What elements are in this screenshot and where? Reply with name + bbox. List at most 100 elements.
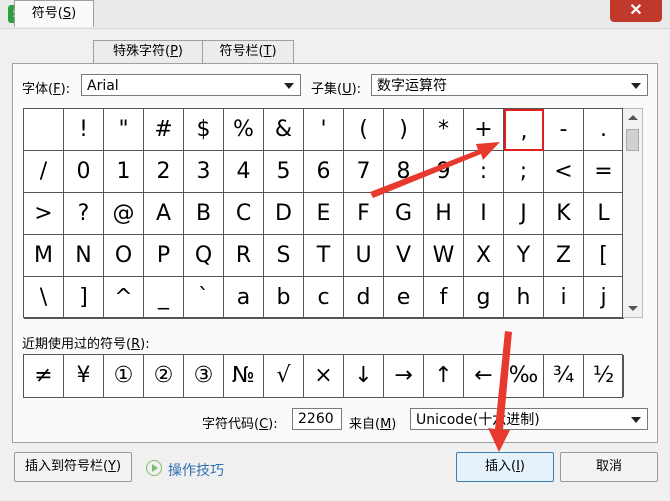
font-select[interactable]: Arial	[81, 74, 301, 96]
recent-symbol-cell[interactable]: ↑	[424, 355, 464, 397]
scroll-down-icon[interactable]	[628, 306, 638, 311]
symbol-cell[interactable]: 9	[424, 151, 464, 193]
symbol-cell[interactable]: ,	[504, 109, 544, 151]
symbol-cell[interactable]: &	[264, 109, 304, 151]
symbol-cell[interactable]: Z	[544, 235, 584, 277]
recent-symbol-cell[interactable]: ③	[184, 355, 224, 397]
tab-symbols[interactable]: 符号(S)	[14, 0, 94, 27]
symbol-cell[interactable]: P	[144, 235, 184, 277]
char-code-input[interactable]: 2260	[292, 408, 342, 430]
cancel-button[interactable]: 取消	[560, 452, 658, 482]
symbol-cell[interactable]: \	[24, 277, 64, 319]
recent-symbol-cell[interactable]: ¥	[64, 355, 104, 397]
symbol-cell[interactable]: W	[424, 235, 464, 277]
symbol-cell[interactable]: 8	[384, 151, 424, 193]
recent-symbol-cell[interactable]: №	[224, 355, 264, 397]
symbol-cell[interactable]: @	[104, 193, 144, 235]
symbol-cell[interactable]: .	[584, 109, 624, 151]
symbol-cell[interactable]: A	[144, 193, 184, 235]
symbol-cell[interactable]: (	[344, 109, 384, 151]
scroll-thumb[interactable]	[626, 129, 639, 151]
symbol-cell[interactable]: R	[224, 235, 264, 277]
symbol-cell[interactable]: C	[224, 193, 264, 235]
symbol-cell[interactable]: O	[104, 235, 144, 277]
recent-symbol-cell[interactable]: ←	[464, 355, 504, 397]
symbol-cell[interactable]: "	[104, 109, 144, 151]
symbol-cell[interactable]: ]	[64, 277, 104, 319]
symbol-cell[interactable]: f	[424, 277, 464, 319]
symbol-cell[interactable]: e	[384, 277, 424, 319]
symbol-cell[interactable]: $	[184, 109, 224, 151]
symbol-cell[interactable]: !	[64, 109, 104, 151]
play-circle-icon[interactable]	[146, 460, 162, 476]
close-button[interactable]: ✕	[610, 0, 662, 22]
symbol-cell[interactable]: 5	[264, 151, 304, 193]
tab-symbol-bar[interactable]: 符号栏(T)	[202, 40, 294, 63]
symbol-cell[interactable]: [	[584, 235, 624, 277]
symbol-cell[interactable]: F	[344, 193, 384, 235]
insert-button[interactable]: 插入(I)	[456, 452, 554, 482]
tab-special-chars[interactable]: 特殊字符(P)	[93, 40, 203, 63]
insert-to-bar-button[interactable]: 插入到符号栏(Y)	[14, 452, 132, 482]
symbol-cell[interactable]: N	[64, 235, 104, 277]
symbol-cell[interactable]: 0	[64, 151, 104, 193]
symbol-cell[interactable]: :	[464, 151, 504, 193]
symbol-cell[interactable]: 7	[344, 151, 384, 193]
symbol-cell[interactable]: ;	[504, 151, 544, 193]
recent-symbol-cell[interactable]: ≠	[24, 355, 64, 397]
symbol-cell[interactable]: 4	[224, 151, 264, 193]
symbol-cell[interactable]: =	[584, 151, 624, 193]
symbol-cell[interactable]: 3	[184, 151, 224, 193]
symbol-cell[interactable]: %	[224, 109, 264, 151]
subset-select[interactable]: 数字运算符	[371, 74, 648, 96]
symbol-cell[interactable]: I	[464, 193, 504, 235]
symbol-cell[interactable]: a	[224, 277, 264, 319]
symbol-cell[interactable]: `	[184, 277, 224, 319]
symbol-cell[interactable]: H	[424, 193, 464, 235]
recent-symbol-cell[interactable]: ¾	[544, 355, 584, 397]
symbol-cell[interactable]: )	[384, 109, 424, 151]
symbol-cell[interactable]: J	[504, 193, 544, 235]
symbol-cell[interactable]: i	[544, 277, 584, 319]
symbol-cell[interactable]: S	[264, 235, 304, 277]
symbol-cell[interactable]: 6	[304, 151, 344, 193]
symbol-cell[interactable]: +	[464, 109, 504, 151]
symbol-cell[interactable]: /	[24, 151, 64, 193]
symbol-cell[interactable]: Q	[184, 235, 224, 277]
symbol-cell[interactable]: 2	[144, 151, 184, 193]
symbol-cell[interactable]: h	[504, 277, 544, 319]
symbol-cell[interactable]: G	[384, 193, 424, 235]
symbol-cell[interactable]: b	[264, 277, 304, 319]
symbol-cell[interactable]: L	[584, 193, 624, 235]
grid-scrollbar[interactable]	[623, 108, 643, 318]
symbol-cell[interactable]: D	[264, 193, 304, 235]
recent-symbol-cell[interactable]: ‰	[504, 355, 544, 397]
symbol-cell[interactable]: d	[344, 277, 384, 319]
symbol-cell[interactable]: U	[344, 235, 384, 277]
recent-symbol-cell[interactable]: ②	[144, 355, 184, 397]
symbol-cell[interactable]: B	[184, 193, 224, 235]
symbol-cell[interactable]: #	[144, 109, 184, 151]
recent-symbol-cell[interactable]: ½	[584, 355, 624, 397]
symbol-cell[interactable]: ^	[104, 277, 144, 319]
symbol-cell[interactable]	[24, 109, 64, 151]
symbol-cell[interactable]: ?	[64, 193, 104, 235]
symbol-cell[interactable]: M	[24, 235, 64, 277]
symbol-cell[interactable]: E	[304, 193, 344, 235]
symbol-cell[interactable]: V	[384, 235, 424, 277]
encoding-select[interactable]: Unicode(十六进制)	[410, 408, 648, 430]
symbol-cell[interactable]: *	[424, 109, 464, 151]
symbol-cell[interactable]: <	[544, 151, 584, 193]
symbol-cell[interactable]: j	[584, 277, 624, 319]
recent-symbol-cell[interactable]: √	[264, 355, 304, 397]
symbol-cell[interactable]: K	[544, 193, 584, 235]
symbol-cell[interactable]: >	[24, 193, 64, 235]
symbol-cell[interactable]: X	[464, 235, 504, 277]
symbol-cell[interactable]: Y	[504, 235, 544, 277]
scroll-up-icon[interactable]	[628, 115, 638, 120]
recent-symbol-cell[interactable]: ×	[304, 355, 344, 397]
symbol-cell[interactable]: T	[304, 235, 344, 277]
symbol-cell[interactable]: g	[464, 277, 504, 319]
symbol-cell[interactable]: '	[304, 109, 344, 151]
symbol-cell[interactable]: -	[544, 109, 584, 151]
